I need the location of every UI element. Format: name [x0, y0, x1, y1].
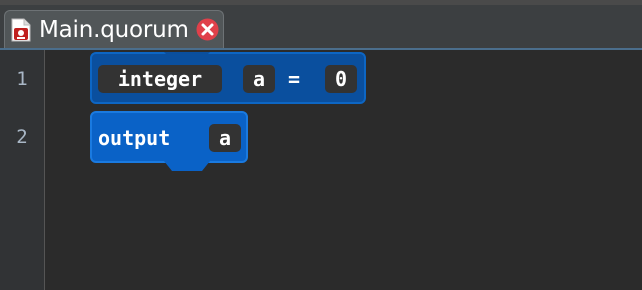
variable-name-a[interactable]: a: [209, 124, 241, 152]
quorum-file-icon: [11, 18, 31, 42]
tab-title: Main.quorum: [39, 16, 189, 43]
line-number-gutter: 1 2: [0, 50, 45, 290]
ide-window: Main.quorum 1 2 integer a = 0 output a: [0, 0, 642, 290]
variable-name-a[interactable]: a: [243, 65, 275, 93]
line-number-1: 1: [16, 68, 28, 90]
output-block[interactable]: output a: [90, 111, 248, 171]
value-literal[interactable]: 0: [325, 65, 357, 93]
code-editor[interactable]: 1 2 integer a = 0 output a: [0, 50, 642, 290]
block-top-notch: [164, 52, 210, 60]
block-bottom-notch: [164, 161, 210, 171]
keyword-output[interactable]: output: [98, 124, 194, 152]
keyword-integer[interactable]: integer: [98, 65, 222, 93]
variable-declaration-block[interactable]: integer a = 0: [90, 52, 366, 104]
tab-main-quorum[interactable]: Main.quorum: [4, 10, 224, 48]
line-number-2: 2: [16, 126, 28, 148]
close-icon[interactable]: [196, 18, 219, 41]
assignment-operator: =: [288, 67, 301, 91]
